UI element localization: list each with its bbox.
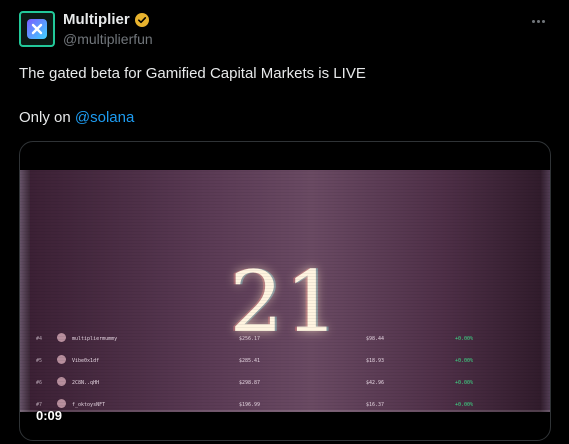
author-display-name[interactable]: Multiplier	[63, 11, 130, 28]
tweet-text: The gated beta for Gamified Capital Mark…	[19, 64, 366, 128]
multiplier-logo-icon	[27, 19, 47, 39]
video-timestamp: 0:09	[36, 408, 63, 423]
mention-link[interactable]: @solana	[75, 109, 134, 126]
countdown-number: 21	[229, 253, 341, 351]
verified-badge-icon	[134, 12, 149, 27]
tweet-line-1: The gated beta for Gamified Capital Mark…	[19, 65, 366, 82]
tweet-line-2-prefix: Only on	[19, 109, 75, 126]
leaderboard-row: #6 2C8N..qHH $298.87 $42.96 +0.00%	[20, 374, 550, 392]
author-handle[interactable]: @multiplierfun	[63, 31, 153, 47]
more-options-icon[interactable]	[527, 12, 549, 30]
leaderboard-row: #5 Vibe0x1df $285.41 $18.93 +0.00%	[20, 352, 550, 370]
leaderboard-row: #4 multipliermummy $256.17 $98.44 +0.00%	[20, 330, 550, 348]
video-player[interactable]: #4 multipliermummy $256.17 $98.44 +0.00%…	[19, 141, 551, 441]
user-avatar-icon	[57, 399, 66, 408]
user-avatar-icon	[57, 333, 66, 342]
user-avatar-icon	[57, 355, 66, 364]
author-name-row: Multiplier	[63, 11, 150, 28]
video-progress-bar[interactable]	[20, 410, 550, 412]
avatar[interactable]	[19, 11, 55, 47]
user-avatar-icon	[57, 377, 66, 386]
video-frame: #4 multipliermummy $256.17 $98.44 +0.00%…	[20, 170, 550, 412]
tweet-line-2: Only on @solana	[19, 108, 366, 128]
